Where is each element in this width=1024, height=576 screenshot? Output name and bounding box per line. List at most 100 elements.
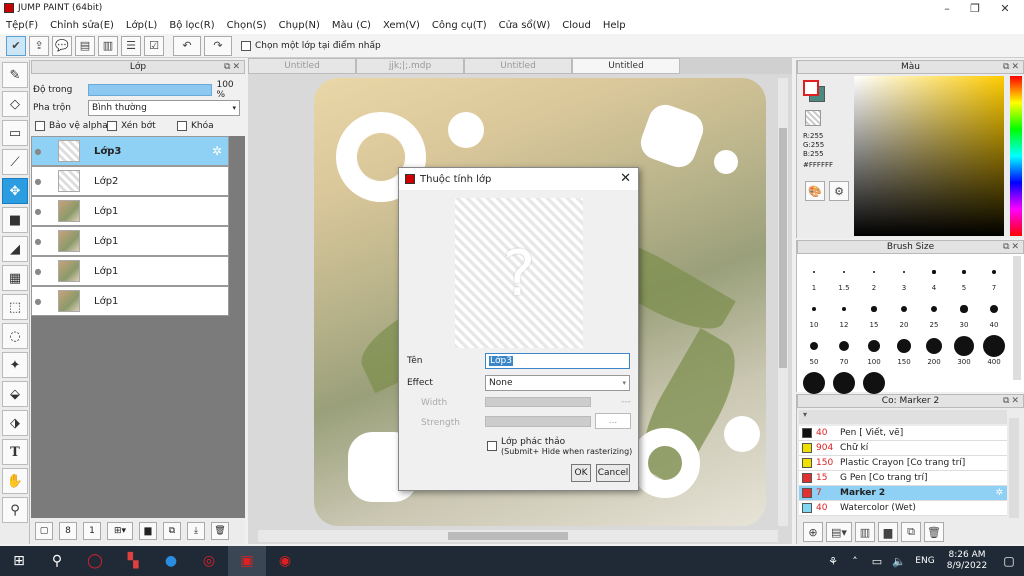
checklist-icon[interactable]: ☑ bbox=[144, 35, 164, 56]
bucket-tool-icon[interactable]: ◢ bbox=[2, 236, 28, 262]
folder-icon[interactable]: ▆ bbox=[878, 522, 898, 542]
brush-size-option[interactable]: 12 bbox=[829, 297, 859, 329]
close-icon[interactable]: ✕ bbox=[620, 171, 631, 186]
clipping-checkbox[interactable] bbox=[107, 121, 117, 131]
effect-select[interactable]: None ▾ bbox=[485, 375, 630, 391]
search-icon[interactable]: ⚲ bbox=[38, 546, 76, 576]
layer-row[interactable]: ● Lớp1 bbox=[31, 196, 229, 226]
tab-mdp-file[interactable]: jjk;|;.mdp bbox=[356, 58, 464, 74]
scroll-thumb[interactable] bbox=[779, 128, 787, 368]
brush-list-item[interactable]: 150 Plastic Crayon [Co trang trí] bbox=[799, 456, 1007, 471]
palette-settings-icon[interactable]: ⚙ bbox=[829, 181, 849, 201]
visibility-icon[interactable]: ● bbox=[32, 147, 44, 156]
lock-checkbox[interactable] bbox=[177, 121, 187, 131]
app-grid-icon[interactable]: ▚ bbox=[114, 546, 152, 576]
record-icon[interactable]: ◉ bbox=[266, 546, 304, 576]
width-slider[interactable] bbox=[485, 397, 591, 407]
menu-color[interactable]: Màu (C) bbox=[326, 20, 377, 31]
hue-slider[interactable] bbox=[1010, 76, 1022, 236]
vertical-scrollbar[interactable] bbox=[778, 78, 788, 526]
tab-untitled-active[interactable]: Untitled bbox=[572, 58, 680, 74]
layer-row[interactable]: ● Lớp1 bbox=[31, 256, 229, 286]
move-tool-icon[interactable]: ✥ bbox=[2, 178, 28, 204]
menu-window[interactable]: Cửa sổ(W) bbox=[493, 20, 557, 31]
brush-size-option[interactable]: 400 bbox=[979, 334, 1009, 366]
menu-select[interactable]: Chọn(S) bbox=[221, 20, 273, 31]
jump-paint-taskbar-icon[interactable]: ▣ bbox=[228, 546, 266, 576]
menu-cloud[interactable]: Cloud bbox=[556, 20, 597, 31]
brush-size-option[interactable]: 15 bbox=[859, 297, 889, 329]
brush-scrollbar[interactable] bbox=[1013, 256, 1021, 380]
tab-untitled-2[interactable]: Untitled bbox=[464, 58, 572, 74]
lock-option[interactable]: Khóa bbox=[177, 121, 214, 131]
gear-icon[interactable]: ✲ bbox=[995, 488, 1003, 498]
brush-size-option[interactable]: 50 bbox=[799, 334, 829, 366]
text-tool-icon[interactable]: T bbox=[2, 439, 28, 465]
visibility-icon[interactable]: ● bbox=[32, 207, 44, 216]
brush-size-option[interactable] bbox=[799, 371, 829, 395]
clipping-option[interactable]: Xén bớt bbox=[107, 121, 156, 131]
notification-icon[interactable]: ▢ bbox=[994, 546, 1024, 576]
new-layer-icon[interactable]: ▢ bbox=[35, 522, 53, 540]
new-layer-8bit-icon[interactable]: 8 bbox=[59, 522, 77, 540]
menu-help[interactable]: Help bbox=[597, 20, 632, 31]
brush-size-option[interactable]: 4 bbox=[919, 260, 949, 292]
line-tool-icon[interactable]: ⟋ bbox=[2, 149, 28, 175]
brush-size-option[interactable]: 200 bbox=[919, 334, 949, 366]
eyedropper-icon[interactable]: ⚲ bbox=[2, 497, 28, 523]
network-icon[interactable]: ▭ bbox=[866, 546, 888, 576]
visibility-icon[interactable]: ● bbox=[32, 237, 44, 246]
document-icon[interactable]: ▥ bbox=[98, 35, 118, 56]
merge-layer-icon[interactable]: ⤓ bbox=[187, 522, 205, 540]
message-icon[interactable]: ▤ bbox=[75, 35, 95, 56]
scroll-thumb[interactable] bbox=[448, 532, 568, 540]
layer-row[interactable]: ● Lớp3 ✲ bbox=[31, 136, 229, 166]
opera-gx-icon[interactable]: ◎ bbox=[190, 546, 228, 576]
brush-size-option[interactable]: 1.5 bbox=[829, 260, 859, 292]
brush-size-option[interactable]: 7 bbox=[979, 260, 1009, 292]
brush-size-option[interactable]: 20 bbox=[889, 297, 919, 329]
rectangle-tool-icon[interactable]: ▭ bbox=[2, 120, 28, 146]
draft-layer-checkbox[interactable] bbox=[487, 441, 497, 451]
gradient-tool-icon[interactable]: ▦ bbox=[2, 265, 28, 291]
eraser-tool-icon[interactable]: ◇ bbox=[2, 91, 28, 117]
brush-tool-icon[interactable]: ✎ bbox=[2, 62, 28, 88]
brush-list-item[interactable]: 7 Marker 2 ✲ bbox=[799, 486, 1007, 501]
tab-untitled-1[interactable]: Untitled bbox=[248, 58, 356, 74]
panel-float-close-icon[interactable]: ⧉✕ bbox=[224, 62, 242, 72]
menu-filter[interactable]: Bộ lọc(R) bbox=[163, 20, 220, 31]
pick-layer-checkbox[interactable] bbox=[241, 40, 251, 51]
opera-icon[interactable]: ◯ bbox=[76, 546, 114, 576]
comment-icon[interactable]: 💬 bbox=[52, 35, 72, 56]
redo-button[interactable]: ↷ bbox=[204, 35, 232, 56]
strength-slider[interactable] bbox=[485, 416, 591, 427]
horizontal-scrollbar[interactable] bbox=[258, 530, 778, 542]
brush-list-item[interactable]: 904 Chữ kí bbox=[799, 441, 1007, 456]
lasso-icon[interactable]: ◌ bbox=[2, 323, 28, 349]
hand-tool-icon[interactable]: ✋ bbox=[2, 468, 28, 494]
visibility-icon[interactable]: ● bbox=[32, 297, 44, 306]
maximize-button[interactable]: ❐ bbox=[960, 0, 990, 16]
menu-file[interactable]: Tệp(F) bbox=[0, 20, 44, 31]
saturation-value-picker[interactable] bbox=[854, 76, 1004, 236]
fill-rect-tool-icon[interactable]: ■ bbox=[2, 207, 28, 233]
tray-chevron-icon[interactable]: ˄ bbox=[844, 546, 866, 576]
select-pen-icon[interactable]: ⬙ bbox=[2, 381, 28, 407]
share-icon[interactable]: ⇪ bbox=[29, 35, 49, 56]
list-icon[interactable]: ☰ bbox=[121, 35, 141, 56]
add-layer-menu-icon[interactable]: ⊞▾ bbox=[107, 522, 133, 540]
brush-size-option[interactable]: 40 bbox=[979, 297, 1009, 329]
panel-float-close-icon[interactable]: ⧉✕ bbox=[1003, 62, 1021, 72]
strength-button[interactable]: ... bbox=[595, 413, 631, 429]
magic-wand-icon[interactable]: ✦ bbox=[2, 352, 28, 378]
menu-tools[interactable]: Công cụ(T) bbox=[426, 20, 493, 31]
blend-select[interactable]: Bình thường ▾ bbox=[88, 100, 240, 116]
visibility-icon[interactable]: ● bbox=[32, 177, 44, 186]
brush-size-option[interactable]: 10 bbox=[799, 297, 829, 329]
brush-list-item[interactable]: 40 Pen [ Viết, vẽ] bbox=[799, 426, 1007, 441]
menu-view[interactable]: Xem(V) bbox=[377, 20, 426, 31]
visibility-icon[interactable]: ● bbox=[32, 267, 44, 276]
layer-row[interactable]: ● Lớp1 bbox=[31, 226, 229, 256]
select-rect-icon[interactable]: ⬚ bbox=[2, 294, 28, 320]
duplicate-layer-icon[interactable]: ⧉ bbox=[163, 522, 181, 540]
